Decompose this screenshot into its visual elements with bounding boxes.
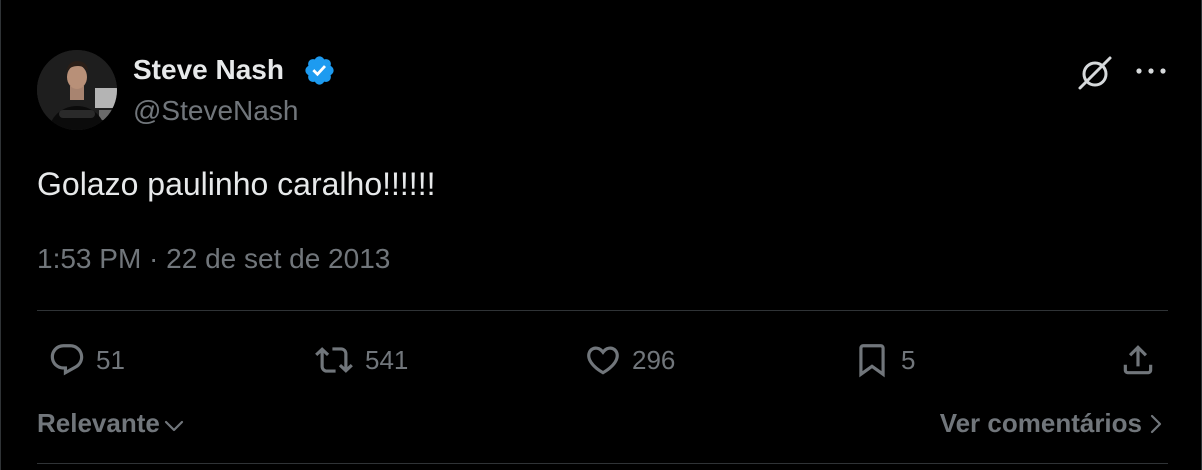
footer-divider-bottom [37,463,1168,464]
bookmark-icon [859,344,885,378]
avatar[interactable] [37,50,117,130]
more-horizontal-icon[interactable] [1134,59,1168,83]
author-handle[interactable]: @SteveNash [133,94,298,128]
like-count: 296 [632,345,676,375]
reply-icon [50,344,84,376]
author-name[interactable]: Steve Nash [133,53,284,87]
bookmark-count: 5 [901,345,916,375]
share-icon [1123,345,1153,375]
verified-badge-icon [305,56,334,85]
like-button[interactable]: 296 [584,340,675,380]
retweet-icon [315,347,353,373]
chevron-right-icon [1150,414,1162,434]
reply-button[interactable]: 51 [48,340,125,380]
retweet-count: 541 [365,345,409,375]
tweet-timestamp[interactable]: 1:53 PM · 22 de set de 2013 [37,241,390,277]
sort-dropdown[interactable]: Relevante [37,405,184,441]
sort-label: Relevante [37,408,160,438]
actions-divider-top [37,310,1168,311]
view-comments-label: Ver comentários [939,408,1142,438]
chevron-down-icon [164,420,183,432]
grok-icon[interactable] [1076,53,1116,93]
reply-count: 51 [96,345,125,375]
heart-icon [587,346,619,375]
view-comments-link[interactable]: Ver comentários [940,405,1162,441]
avatar-photo [37,50,117,130]
left-border [0,0,1,470]
bookmark-button[interactable]: 5 [853,340,915,380]
retweet-button[interactable]: 541 [313,340,408,380]
share-button[interactable] [1119,340,1157,380]
tweet-text: Golazo paulinho caralho!!!!!! [37,166,436,202]
